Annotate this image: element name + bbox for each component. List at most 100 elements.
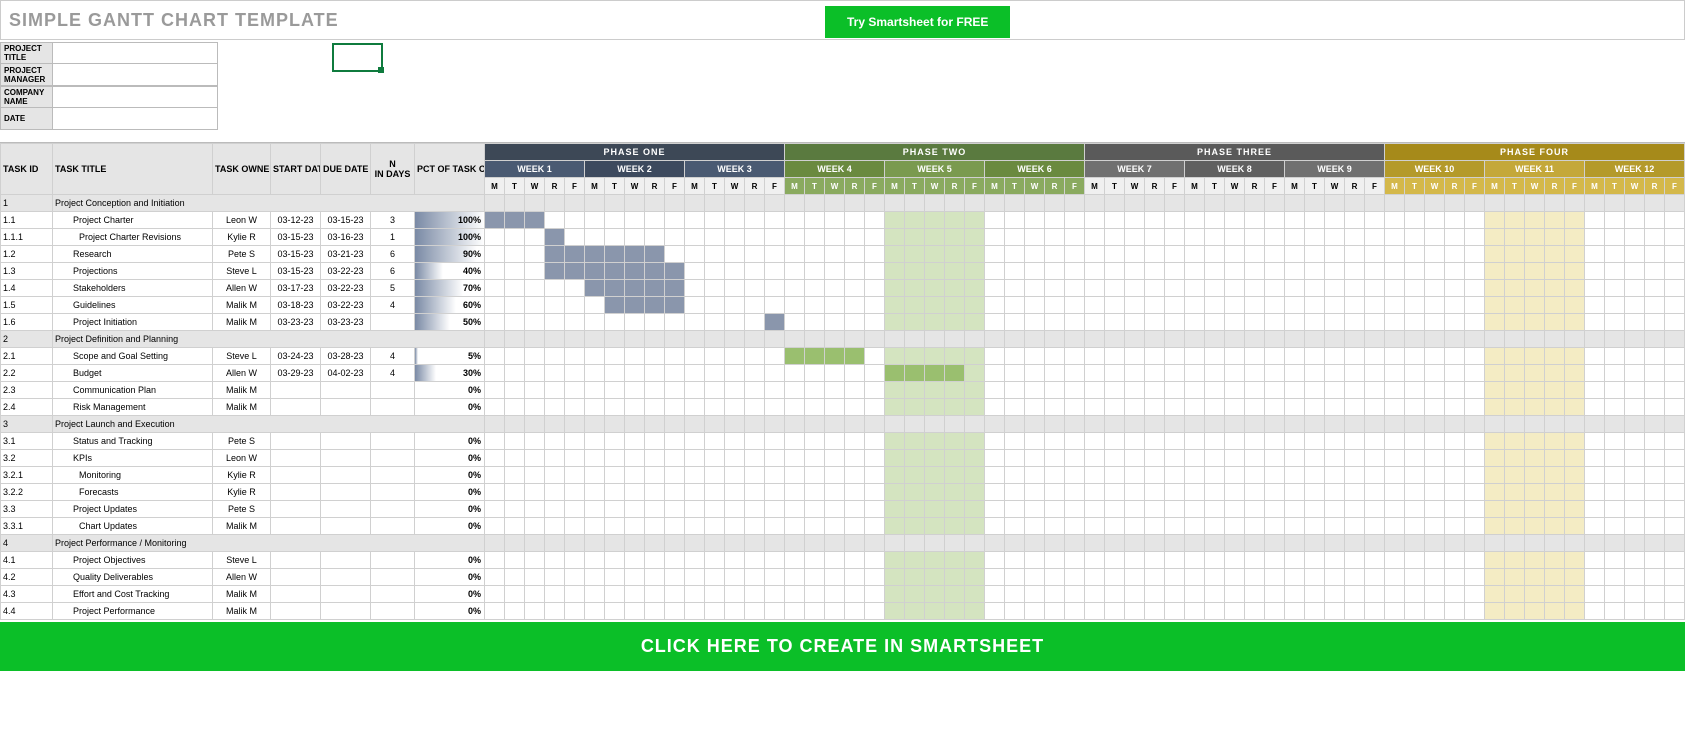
- gantt-cell[interactable]: [1485, 280, 1505, 297]
- gantt-cell[interactable]: [1005, 552, 1025, 569]
- phase-header[interactable]: PHASE ONE: [485, 144, 785, 161]
- gantt-cell[interactable]: [1605, 297, 1625, 314]
- start-date-cell[interactable]: [271, 586, 321, 603]
- gantt-cell[interactable]: [1425, 586, 1445, 603]
- due-date-cell[interactable]: 03-23-23: [321, 314, 371, 331]
- gantt-cell[interactable]: [745, 552, 765, 569]
- gantt-cell[interactable]: [1345, 467, 1365, 484]
- gantt-cell[interactable]: [1525, 365, 1545, 382]
- gantt-cell[interactable]: [525, 569, 545, 586]
- gantt-cell[interactable]: [905, 263, 925, 280]
- gantt-cell[interactable]: [1445, 603, 1465, 620]
- duration-cell[interactable]: [371, 399, 415, 416]
- gantt-cell[interactable]: [1205, 484, 1225, 501]
- gantt-cell[interactable]: [1505, 518, 1525, 535]
- gantt-cell[interactable]: [1305, 263, 1325, 280]
- gantt-cell[interactable]: [1325, 246, 1345, 263]
- gantt-cell[interactable]: [765, 518, 785, 535]
- gantt-cell[interactable]: [1665, 365, 1685, 382]
- gantt-cell[interactable]: [1505, 552, 1525, 569]
- gantt-cell[interactable]: [1425, 569, 1445, 586]
- gantt-cell[interactable]: [1385, 484, 1405, 501]
- task-id-cell[interactable]: 2.4: [1, 399, 53, 416]
- gantt-cell[interactable]: [1605, 603, 1625, 620]
- gantt-cell[interactable]: [545, 263, 565, 280]
- gantt-cell[interactable]: [1565, 569, 1585, 586]
- gantt-cell[interactable]: [1045, 348, 1065, 365]
- gantt-cell[interactable]: [1205, 382, 1225, 399]
- gantt-cell[interactable]: [1085, 501, 1105, 518]
- gantt-cell[interactable]: [1005, 603, 1025, 620]
- gantt-cell[interactable]: [1265, 297, 1285, 314]
- task-id-cell[interactable]: 2.3: [1, 382, 53, 399]
- gantt-cell[interactable]: [1265, 484, 1285, 501]
- gantt-cell[interactable]: [665, 348, 685, 365]
- task-title-cell[interactable]: Monitoring: [53, 467, 213, 484]
- gantt-cell[interactable]: [1145, 586, 1165, 603]
- gantt-cell[interactable]: [765, 484, 785, 501]
- gantt-cell[interactable]: [1505, 382, 1525, 399]
- gantt-cell[interactable]: [765, 501, 785, 518]
- start-date-cell[interactable]: 03-15-23: [271, 263, 321, 280]
- gantt-cell[interactable]: [965, 246, 985, 263]
- task-id-cell[interactable]: 1.3: [1, 263, 53, 280]
- day-header[interactable]: F: [1065, 178, 1085, 195]
- gantt-cell[interactable]: [785, 297, 805, 314]
- task-id-cell[interactable]: 4.3: [1, 586, 53, 603]
- gantt-cell[interactable]: [945, 501, 965, 518]
- gantt-cell[interactable]: [1145, 603, 1165, 620]
- gantt-cell[interactable]: [1145, 450, 1165, 467]
- week-header[interactable]: WEEK 6: [985, 161, 1085, 178]
- start-date-cell[interactable]: [271, 484, 321, 501]
- gantt-cell[interactable]: [1385, 433, 1405, 450]
- gantt-cell[interactable]: [1525, 297, 1545, 314]
- gantt-cell[interactable]: [1005, 518, 1025, 535]
- gantt-cell[interactable]: [545, 518, 565, 535]
- gantt-cell[interactable]: [865, 263, 885, 280]
- gantt-cell[interactable]: [1065, 569, 1085, 586]
- gantt-cell[interactable]: [1605, 212, 1625, 229]
- gantt-cell[interactable]: [965, 569, 985, 586]
- gantt-cell[interactable]: [545, 365, 565, 382]
- gantt-cell[interactable]: [1205, 501, 1225, 518]
- gantt-cell[interactable]: [825, 484, 845, 501]
- gantt-cell[interactable]: [885, 569, 905, 586]
- gantt-cell[interactable]: [1045, 212, 1065, 229]
- gantt-cell[interactable]: [1505, 314, 1525, 331]
- gantt-cell[interactable]: [945, 433, 965, 450]
- gantt-cell[interactable]: [725, 603, 745, 620]
- gantt-cell[interactable]: [845, 603, 865, 620]
- gantt-cell[interactable]: [1365, 348, 1385, 365]
- gantt-cell[interactable]: [1325, 263, 1345, 280]
- gantt-cell[interactable]: [1385, 586, 1405, 603]
- gantt-cell[interactable]: [1405, 603, 1425, 620]
- gantt-cell[interactable]: [545, 586, 565, 603]
- gantt-cell[interactable]: [1665, 297, 1685, 314]
- gantt-cell[interactable]: [1365, 297, 1385, 314]
- start-date-cell[interactable]: 03-18-23: [271, 297, 321, 314]
- gantt-cell[interactable]: [1125, 382, 1145, 399]
- gantt-cell[interactable]: [965, 450, 985, 467]
- gantt-cell[interactable]: [485, 365, 505, 382]
- gantt-cell[interactable]: [1525, 569, 1545, 586]
- gantt-cell[interactable]: [725, 382, 745, 399]
- gantt-cell[interactable]: [1425, 280, 1445, 297]
- gantt-cell[interactable]: [705, 382, 725, 399]
- gantt-cell[interactable]: [1365, 603, 1385, 620]
- gantt-cell[interactable]: [1025, 518, 1045, 535]
- gantt-cell[interactable]: [945, 263, 965, 280]
- gantt-cell[interactable]: [1325, 399, 1345, 416]
- gantt-cell[interactable]: [525, 586, 545, 603]
- gantt-cell[interactable]: [725, 586, 745, 603]
- gantt-cell[interactable]: [1325, 229, 1345, 246]
- gantt-cell[interactable]: [545, 569, 565, 586]
- gantt-cell[interactable]: [1005, 348, 1025, 365]
- gantt-cell[interactable]: [1345, 263, 1365, 280]
- gantt-cell[interactable]: [965, 382, 985, 399]
- duration-cell[interactable]: 5: [371, 280, 415, 297]
- gantt-cell[interactable]: [1445, 484, 1465, 501]
- gantt-cell[interactable]: [1305, 501, 1325, 518]
- task-row[interactable]: 3.2KPIsLeon W0%: [1, 450, 1685, 467]
- gantt-cell[interactable]: [1405, 433, 1425, 450]
- gantt-cell[interactable]: [1445, 314, 1465, 331]
